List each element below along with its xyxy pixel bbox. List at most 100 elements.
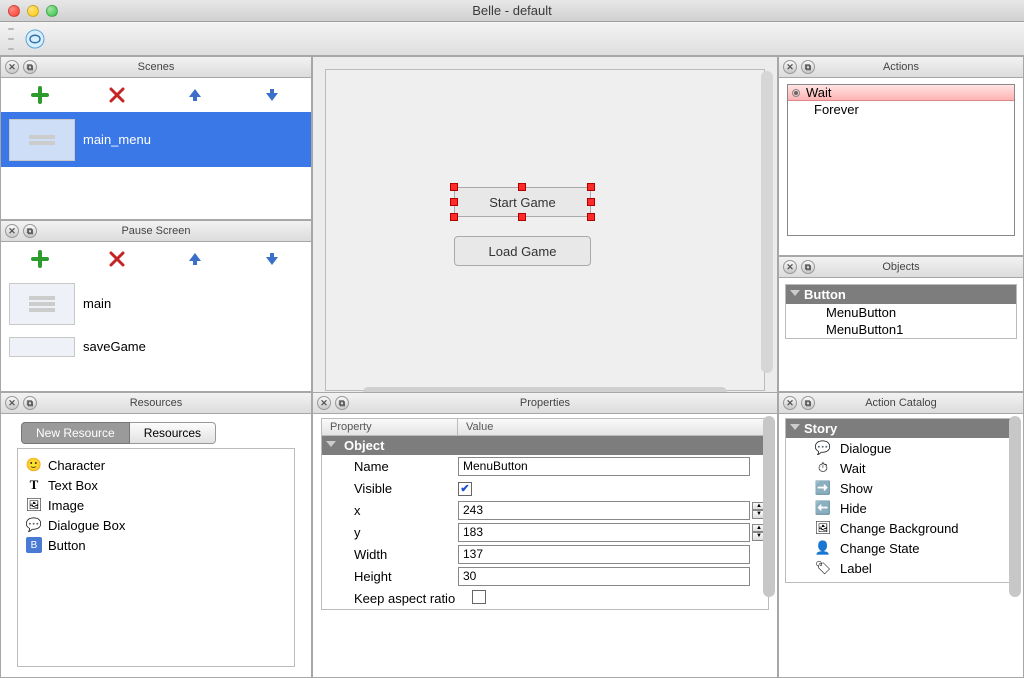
scenes-panel-title: Scenes xyxy=(1,61,311,73)
resource-list: 🙂Character TText Box 🖼Image 💬Dialogue Bo… xyxy=(17,448,295,667)
catalog-list: Story 💬Dialogue ⏱Wait ➡️Show ⬅️Hide 🖼Cha… xyxy=(785,418,1017,583)
scenes-panel-header: ✕ ⧉ Scenes xyxy=(0,56,312,78)
property-row-name: Name xyxy=(322,455,768,477)
property-row-visible: Visible ✔ xyxy=(322,477,768,499)
scene-item-label: main_menu xyxy=(83,132,151,147)
catalog-item-wait[interactable]: ⏱Wait xyxy=(786,458,1016,478)
height-input[interactable] xyxy=(458,567,750,586)
scene-canvas-area[interactable]: Start Game Load Game xyxy=(312,56,778,404)
catalog-item-change-background[interactable]: 🖼Change Background xyxy=(786,518,1016,538)
resources-tabs: New Resource Resources xyxy=(21,422,311,444)
objects-panel-header: ✕ ⧉ Objects xyxy=(778,256,1024,278)
objects-section-button[interactable]: Button xyxy=(786,285,1016,304)
action-row-wait[interactable]: Wait xyxy=(788,85,1014,101)
object-item[interactable]: MenuButton1 xyxy=(786,321,1016,338)
add-scene-button[interactable] xyxy=(28,83,52,107)
button-icon: B xyxy=(26,537,42,553)
expand-icon xyxy=(326,441,336,447)
toolbar-app-icon[interactable] xyxy=(20,26,50,52)
move-pause-up-button[interactable] xyxy=(183,247,207,271)
toolbar-grip-icon xyxy=(8,28,14,50)
move-pause-down-button[interactable] xyxy=(260,247,284,271)
properties-columns: Property Value xyxy=(322,419,768,436)
keep-aspect-checkbox[interactable] xyxy=(472,590,486,604)
catalog-item-dialogue[interactable]: 💬Dialogue xyxy=(786,438,1016,458)
background-icon: 🖼 xyxy=(814,519,832,537)
delete-pause-button[interactable] xyxy=(105,247,129,271)
delete-scene-button[interactable] xyxy=(105,83,129,107)
resize-handle-icon[interactable] xyxy=(587,183,595,191)
show-icon: ➡️ xyxy=(814,479,832,497)
resize-handle-icon[interactable] xyxy=(587,213,595,221)
dialogue-icon: 💬 xyxy=(26,517,42,533)
move-scene-up-button[interactable] xyxy=(183,83,207,107)
scene-canvas[interactable]: Start Game Load Game xyxy=(325,69,765,391)
y-input[interactable] xyxy=(458,523,750,542)
resources-panel-body: New Resource Resources 🙂Character TText … xyxy=(0,414,312,678)
x-input[interactable] xyxy=(458,501,750,520)
resize-handle-icon[interactable] xyxy=(450,198,458,206)
resize-handle-icon[interactable] xyxy=(518,183,526,191)
actions-list[interactable]: Wait Forever xyxy=(787,84,1015,236)
object-item[interactable]: MenuButton xyxy=(786,304,1016,321)
properties-scrollbar[interactable] xyxy=(763,416,775,675)
tab-resources[interactable]: Resources xyxy=(130,422,216,444)
visible-checkbox[interactable]: ✔ xyxy=(458,482,472,496)
resize-handle-icon[interactable] xyxy=(450,183,458,191)
move-scene-down-button[interactable] xyxy=(260,83,284,107)
clock-icon: ⏱ xyxy=(814,459,832,477)
objects-panel-title: Objects xyxy=(779,261,1023,273)
resource-item-image[interactable]: 🖼Image xyxy=(22,495,290,515)
properties-section-object[interactable]: Object xyxy=(322,436,768,455)
scene-thumbnail-icon xyxy=(9,283,75,325)
width-input[interactable] xyxy=(458,545,750,564)
catalog-section-story[interactable]: Story xyxy=(786,419,1016,438)
radio-icon xyxy=(792,89,800,97)
scene-thumbnail-icon xyxy=(9,337,75,357)
state-icon: 👤 xyxy=(814,539,832,557)
add-pause-button[interactable] xyxy=(28,247,52,271)
action-row-forever[interactable]: Forever xyxy=(788,101,1014,117)
image-icon: 🖼 xyxy=(26,497,42,513)
hide-icon: ⬅️ xyxy=(814,499,832,517)
expand-icon xyxy=(790,424,800,430)
resize-handle-icon[interactable] xyxy=(450,213,458,221)
window-titlebar: Belle - default xyxy=(0,0,1024,22)
objects-panel-body: Button MenuButton MenuButton1 xyxy=(778,278,1024,392)
actions-panel-title: Actions xyxy=(779,61,1023,73)
resource-item-character[interactable]: 🙂Character xyxy=(22,455,290,475)
pause-item[interactable]: main xyxy=(1,276,311,332)
resize-handle-icon[interactable] xyxy=(518,213,526,221)
scene-item[interactable]: main_menu xyxy=(1,112,311,168)
tab-new-resource[interactable]: New Resource xyxy=(21,422,130,444)
character-icon: 🙂 xyxy=(26,457,42,473)
catalog-item-change-state[interactable]: 👤Change State xyxy=(786,538,1016,558)
resource-item-button[interactable]: BButton xyxy=(22,535,290,555)
property-row-width: Width xyxy=(322,543,768,565)
pause-item-label: main xyxy=(83,296,111,311)
pause-item-label: saveGame xyxy=(83,339,146,354)
expand-icon xyxy=(790,290,800,296)
resource-item-dialoguebox[interactable]: 💬Dialogue Box xyxy=(22,515,290,535)
catalog-item-hide[interactable]: ⬅️Hide xyxy=(786,498,1016,518)
text-icon: T xyxy=(26,477,42,493)
main-toolbar xyxy=(0,22,1024,56)
properties-panel-title: Properties xyxy=(313,397,777,409)
window-title: Belle - default xyxy=(0,3,1024,18)
scenes-panel-body: main_menu xyxy=(0,78,312,220)
property-row-y: y ▲▼ xyxy=(322,521,768,543)
actions-panel-header: ✕ ⧉ Actions xyxy=(778,56,1024,78)
canvas-button-load-game[interactable]: Load Game xyxy=(454,236,591,266)
catalog-item-show[interactable]: ➡️Show xyxy=(786,478,1016,498)
dialogue-icon: 💬 xyxy=(814,439,832,457)
resize-handle-icon[interactable] xyxy=(587,198,595,206)
catalog-item-label[interactable]: 🏷Label xyxy=(786,558,1016,578)
canvas-scrollbar-vertical[interactable] xyxy=(761,71,773,373)
pause-panel-body: main saveGame xyxy=(0,242,312,392)
resource-item-textbox[interactable]: TText Box xyxy=(22,475,290,495)
name-input[interactable] xyxy=(458,457,750,476)
catalog-scrollbar[interactable] xyxy=(1009,416,1021,675)
scene-thumbnail-icon xyxy=(9,119,75,161)
pause-item[interactable]: saveGame xyxy=(1,332,311,362)
property-row-height: Height xyxy=(322,565,768,587)
